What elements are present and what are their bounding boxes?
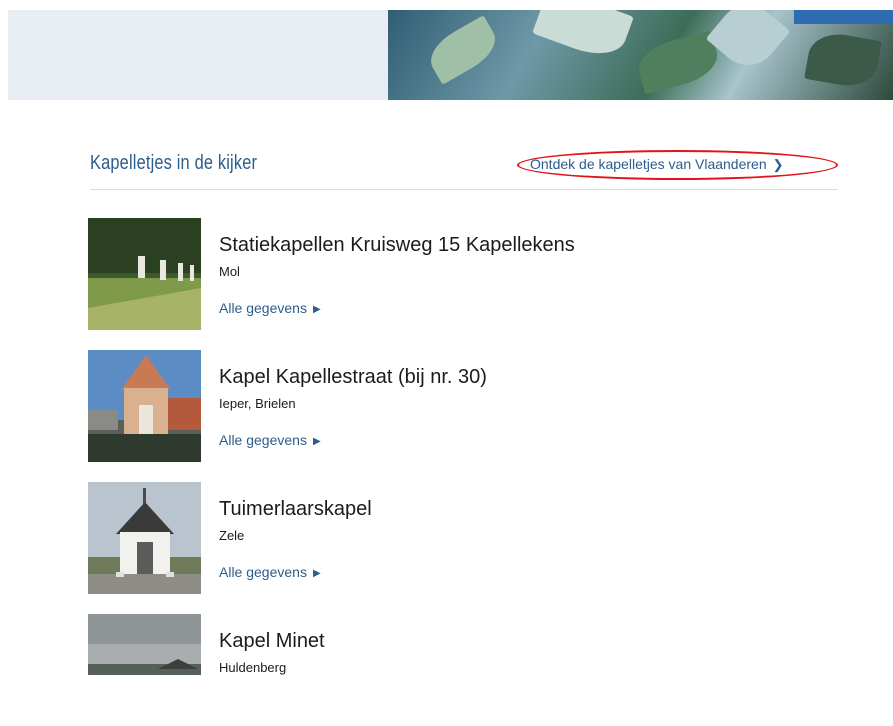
item-place: Huldenberg [219,660,287,675]
banner-accent-bar [794,10,893,24]
item-title[interactable]: Kapel Kapellestraat (bij nr. 30) [219,366,487,389]
caret-right-icon: ▶ [312,436,321,447]
section-heading: Kapelletjes in de kijker [90,152,258,174]
item-place: Ieper, Brielen [219,396,296,411]
item-title[interactable]: Tuimerlaarskapel [219,498,372,521]
all-details-link[interactable]: Alle gegevens ▶ [219,300,321,316]
list-item: Statiekapellen Kruisweg 15 Kapellekens M… [88,218,808,330]
item-place: Zele [219,528,245,543]
chapel-thumbnail[interactable] [88,350,201,462]
all-details-label: Alle gegevens [219,564,307,580]
list-item: Kapel Minet Huldenberg [88,614,808,726]
all-details-link[interactable]: Alle gegevens ▶ [219,432,321,448]
item-title[interactable]: Kapel Minet [219,630,325,653]
item-title[interactable]: Statiekapellen Kruisweg 15 Kapellekens [219,234,575,257]
chapel-thumbnail[interactable] [88,482,201,594]
discover-link-label: Ontdek de kapelletjes van Vlaanderen [530,156,767,172]
item-place: Mol [219,264,240,279]
chapel-thumbnail[interactable] [88,614,201,675]
list-item: Tuimerlaarskapel Zele Alle gegevens ▶ [88,482,808,594]
chapel-thumbnail[interactable] [88,218,201,330]
list-item: Kapel Kapellestraat (bij nr. 30) Ieper, … [88,350,808,462]
discover-chapels-link[interactable]: Ontdek de kapelletjes van Vlaanderen ❯ [530,156,784,173]
caret-right-icon: ▶ [312,568,321,579]
all-details-label: Alle gegevens [219,300,307,316]
all-details-label: Alle gegevens [219,432,307,448]
caret-right-icon: ▶ [312,304,321,315]
all-details-link[interactable]: Alle gegevens ▶ [219,564,321,580]
section-divider [90,189,838,190]
header-banner [8,10,893,100]
chevron-right-icon: ❯ [772,157,784,172]
